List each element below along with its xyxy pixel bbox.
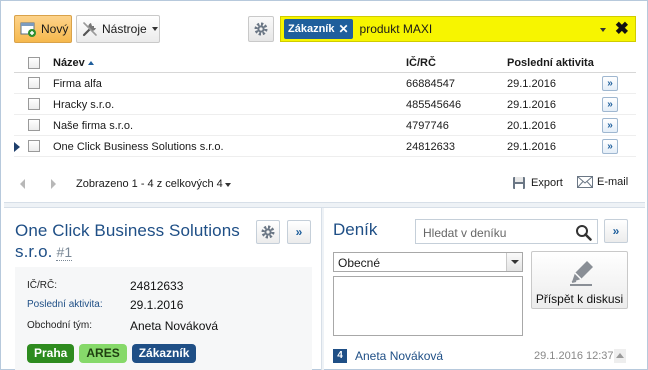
pager: Zobrazeno 1 - 4 z celkových 4 Export E-m… — [14, 175, 636, 193]
sort-ascending-icon — [87, 61, 94, 65]
filter-bar[interactable]: Zákazník ✕ produkt MAXI ✖ — [280, 16, 636, 42]
window-frame: Nový Nástroje Zákazník ✕ produkt MAXI ✖ … — [0, 0, 648, 370]
journal-title: Deník — [333, 220, 378, 239]
gear-icon — [261, 225, 275, 239]
column-header-name[interactable]: Název — [53, 57, 94, 69]
detail-info-box: IČ/RČ: 24812633 Poslední aktivita: 29.1.… — [15, 267, 312, 370]
field-value: 29.1.2016 — [130, 298, 184, 312]
filter-chip-label: Zákazník — [288, 23, 335, 35]
chevron-down-icon — [224, 183, 231, 187]
new-button[interactable]: Nový — [14, 15, 72, 43]
row-activity: 29.1.2016 — [507, 141, 556, 153]
field-label: IČ/RČ: — [27, 280, 57, 291]
search-icon[interactable] — [575, 224, 592, 241]
row-ic: 485545646 — [406, 99, 462, 111]
select-all-checkbox[interactable] — [28, 57, 40, 69]
open-record-button[interactable]: » — [602, 97, 618, 112]
detail-expand-button[interactable]: » — [287, 220, 311, 244]
new-record-icon — [20, 22, 36, 37]
filter-chip[interactable]: Zákazník ✕ — [284, 19, 353, 39]
pencil-icon — [570, 261, 593, 286]
entry-count-badge: 4 — [333, 349, 347, 363]
filter-dropdown-icon[interactable] — [600, 28, 606, 32]
company-name: One Click Business Solutions s.r.o. — [15, 221, 240, 261]
save-icon — [513, 177, 525, 189]
detail-title: One Click Business Solutions s.r.o. #1 — [15, 220, 250, 263]
row-name: Firma alfa — [53, 78, 102, 90]
current-row-marker-icon — [14, 142, 20, 152]
row-name: One Click Business Solutions s.r.o. — [53, 141, 224, 153]
journal-category-select[interactable]: Obecné — [333, 252, 523, 272]
tag-praha[interactable]: Praha — [27, 344, 75, 363]
journal-entry[interactable]: 4 Aneta Nováková 29.1.2016 12:37 — [333, 347, 623, 364]
field-value: 24812633 — [130, 279, 184, 293]
row-ic: 4797746 — [406, 120, 449, 132]
field-value: Aneta Nováková — [130, 319, 219, 333]
post-button-label: Příspět k diskusi — [535, 292, 624, 306]
record-number-link[interactable]: #1 — [56, 244, 73, 261]
remove-chip-icon[interactable]: ✕ — [338, 22, 348, 36]
field-label: Poslední aktivita: — [27, 299, 103, 310]
page-summary[interactable]: Zobrazeno 1 - 4 z celkových 4 — [76, 178, 231, 190]
post-to-discussion-button[interactable]: Příspět k diskusi — [531, 251, 628, 309]
open-record-button[interactable]: » — [602, 118, 618, 133]
tag-customer[interactable]: Zákazník — [131, 344, 197, 363]
open-record-button[interactable]: » — [602, 76, 618, 91]
detail-settings-button[interactable] — [256, 220, 280, 244]
envelope-icon — [577, 176, 593, 188]
table-row-selected[interactable]: One Click Business Solutions s.r.o. 2481… — [14, 136, 636, 157]
column-header-ic[interactable]: IČ/RČ — [406, 57, 436, 69]
row-checkbox[interactable] — [28, 77, 40, 89]
row-checkbox[interactable] — [28, 119, 40, 131]
panel-splitter[interactable] — [321, 208, 324, 370]
selected-category: Obecné — [338, 256, 381, 270]
row-name: Hracky s.r.o. — [53, 99, 115, 111]
entry-author[interactable]: Aneta Nováková — [355, 349, 443, 363]
row-ic: 24812633 — [406, 141, 455, 153]
row-name: Naše firma s.r.o. — [53, 120, 134, 132]
export-button[interactable]: Export — [512, 176, 563, 190]
panel-divider[interactable] — [4, 202, 645, 208]
filter-settings-button[interactable] — [248, 16, 274, 42]
chevron-down-icon — [151, 27, 158, 31]
new-button-label: Nový — [41, 22, 69, 36]
table-row[interactable]: Firma alfa 66884547 29.1.2016 » — [14, 73, 636, 94]
scroll-up-icon[interactable] — [614, 349, 626, 363]
grid-header: Název IČ/RČ Poslední aktivita — [14, 53, 636, 73]
journal-message-textarea[interactable] — [333, 276, 523, 336]
toolbar: Nový Nástroje Zákazník ✕ produkt MAXI ✖ — [14, 15, 636, 43]
email-button[interactable]: E-mail — [577, 176, 628, 188]
row-checkbox[interactable] — [28, 140, 40, 152]
previous-page-icon[interactable] — [20, 179, 25, 189]
chevron-down-icon — [506, 253, 522, 271]
column-header-activity[interactable]: Poslední aktivita — [507, 57, 594, 69]
row-activity: 29.1.2016 — [507, 78, 556, 90]
export-label: Export — [531, 177, 563, 189]
row-checkbox[interactable] — [28, 98, 40, 110]
clear-filter-icon[interactable]: ✖ — [615, 20, 629, 38]
journal-expand-button[interactable]: » — [604, 219, 628, 243]
tools-menu-button[interactable]: Nástroje — [76, 15, 160, 43]
entry-timestamp: 29.1.2016 12:37 — [534, 350, 614, 362]
tools-icon — [82, 22, 97, 37]
table-row[interactable]: Naše firma s.r.o. 4797746 20.1.2016 » — [14, 115, 636, 136]
row-activity: 29.1.2016 — [507, 99, 556, 111]
tag-list: Praha ARES Zákazník — [27, 344, 197, 363]
journal-search-input[interactable]: Hledat v deníku — [415, 219, 598, 244]
filter-query-text[interactable]: produkt MAXI — [360, 22, 433, 36]
row-ic: 66884547 — [406, 78, 455, 90]
table-row[interactable]: Hracky s.r.o. 485545646 29.1.2016 » — [14, 94, 636, 115]
search-placeholder: Hledat v deníku — [423, 226, 507, 240]
field-label: Obchodní tým: — [27, 320, 93, 331]
email-label: E-mail — [597, 176, 629, 188]
open-record-button[interactable]: » — [602, 139, 618, 154]
gear-icon — [254, 22, 268, 36]
tools-button-label: Nástroje — [102, 22, 147, 36]
tag-ares[interactable]: ARES — [79, 344, 127, 363]
company-grid: Název IČ/RČ Poslední aktivita Firma alfa… — [14, 53, 636, 157]
next-page-icon[interactable] — [51, 179, 56, 189]
row-activity: 20.1.2016 — [507, 120, 556, 132]
